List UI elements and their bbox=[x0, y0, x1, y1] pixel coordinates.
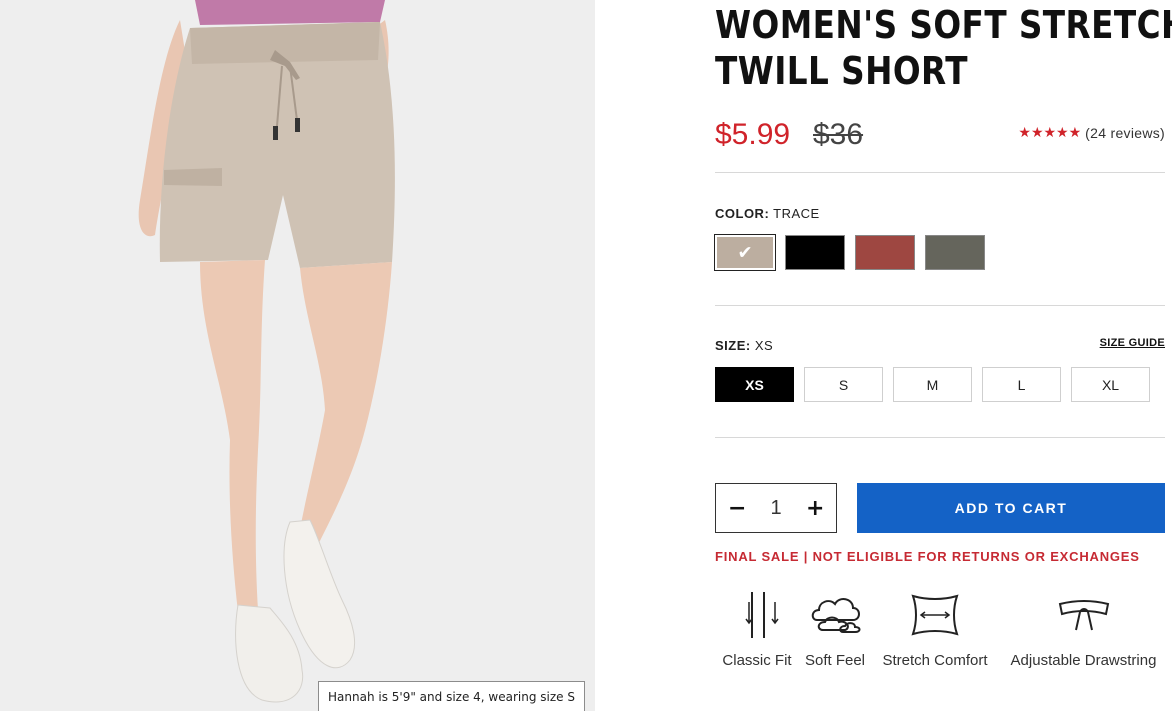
star-rating-icon: ★★★★★ bbox=[1018, 125, 1082, 141]
feature-icons: Classic Fit Soft Feel Stretch Comfort Ad… bbox=[715, 590, 1165, 680]
decrement-button[interactable]: − bbox=[728, 496, 746, 521]
feature-label-classic-fit: Classic Fit bbox=[722, 652, 792, 669]
quantity-stepper: − 1 + bbox=[715, 483, 837, 533]
product-title: WOMEN'S SOFT STRETCH TWILL SHORT bbox=[715, 2, 1172, 94]
review-count-link[interactable]: (24 reviews) bbox=[1085, 125, 1165, 141]
price-row: $5.99 $36 ★★★★★ (24 reviews) bbox=[715, 118, 1165, 158]
increment-button[interactable]: + bbox=[806, 496, 824, 521]
size-xs-button[interactable]: XS bbox=[715, 367, 794, 402]
feature-label-adjustable-drawstring: Adjustable Drawstring bbox=[1010, 652, 1157, 669]
divider bbox=[715, 437, 1165, 438]
size-guide-link[interactable]: SIZE GUIDE bbox=[1100, 337, 1165, 349]
product-image: Hannah is 5'9" and size 4, wearing size … bbox=[0, 0, 595, 711]
adjustable-drawstring-icon bbox=[1058, 600, 1109, 631]
size-m-button[interactable]: M bbox=[893, 367, 972, 402]
size-label-key: SIZE: bbox=[715, 338, 751, 353]
feature-soft-feel: Soft Feel bbox=[801, 590, 869, 669]
selected-size: XS bbox=[754, 338, 774, 353]
product-title-line1: WOMEN'S SOFT STRETCH bbox=[715, 3, 1172, 47]
swatch-trace[interactable]: ✔ bbox=[714, 234, 776, 271]
color-label-key: COLOR: bbox=[715, 206, 770, 221]
check-icon: ✔ bbox=[737, 242, 753, 263]
quantity-value[interactable]: 1 bbox=[770, 497, 781, 520]
size-s-button[interactable]: S bbox=[804, 367, 883, 402]
feature-adjustable-drawstring: Adjustable Drawstring bbox=[1002, 590, 1165, 669]
soft-feel-icon bbox=[811, 598, 861, 633]
feature-stretch-comfort: Stretch Comfort bbox=[875, 590, 995, 669]
product-photo bbox=[0, 0, 595, 711]
product-title-line2: TWILL SHORT bbox=[715, 49, 968, 93]
divider bbox=[715, 305, 1165, 306]
swatch-olive[interactable] bbox=[925, 235, 985, 270]
swatch-black[interactable] bbox=[785, 235, 845, 270]
final-sale-notice: FINAL SALE | NOT ELIGIBLE FOR RETURNS OR… bbox=[715, 549, 1140, 564]
selected-color: TRACE bbox=[773, 206, 820, 221]
size-options: XS S M L XL bbox=[715, 367, 1150, 402]
swatch-red[interactable] bbox=[855, 235, 915, 270]
feature-label-soft-feel: Soft Feel bbox=[804, 652, 866, 669]
rating[interactable]: ★★★★★ (24 reviews) bbox=[1018, 125, 1165, 141]
add-to-cart-button[interactable]: ADD TO CART bbox=[857, 483, 1165, 533]
stretch-comfort-icon bbox=[911, 594, 959, 636]
color-swatches: ✔ bbox=[714, 234, 985, 271]
original-price: $36 bbox=[813, 118, 864, 151]
size-l-button[interactable]: L bbox=[982, 367, 1061, 402]
size-xl-button[interactable]: XL bbox=[1071, 367, 1150, 402]
model-size-caption: Hannah is 5'9" and size 4, wearing size … bbox=[318, 681, 585, 711]
divider bbox=[715, 172, 1165, 173]
classic-fit-icon bbox=[745, 592, 779, 638]
size-label: SIZE: XS bbox=[715, 338, 773, 353]
feature-label-stretch-comfort: Stretch Comfort bbox=[882, 652, 988, 669]
feature-classic-fit: Classic Fit bbox=[715, 590, 799, 669]
sale-price: $5.99 bbox=[715, 118, 791, 151]
color-label: COLOR: TRACE bbox=[715, 206, 820, 221]
